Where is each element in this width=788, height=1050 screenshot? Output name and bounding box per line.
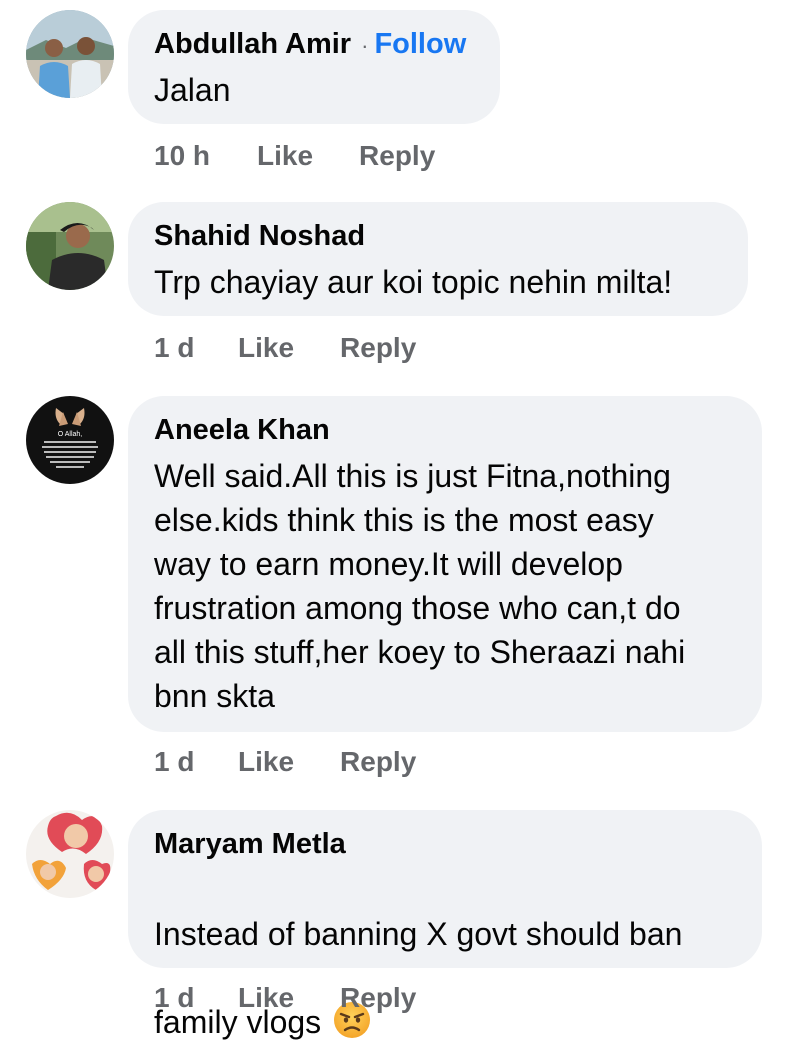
- reply-button[interactable]: Reply: [359, 140, 435, 172]
- reply-button[interactable]: Reply: [340, 746, 416, 778]
- avatar[interactable]: [26, 202, 114, 290]
- comment-text-line: Instead of banning X govt should ban: [154, 916, 683, 952]
- comment-item: Maryam Metla Instead of banning X govt s…: [0, 800, 788, 1040]
- author-line: Maryam Metla: [154, 826, 736, 862]
- comment-text: Instead of banning X govt should ban fam…: [154, 868, 736, 1044]
- avatar[interactable]: [26, 10, 114, 98]
- follow-button[interactable]: Follow: [374, 28, 466, 61]
- author-name[interactable]: Abdullah Amir: [154, 26, 351, 62]
- reply-button[interactable]: Reply: [340, 982, 416, 1014]
- avatar[interactable]: [26, 810, 114, 898]
- comment-actions: 1 d Like Reply: [154, 332, 416, 364]
- comment-item: O Allah, Aneela Khan Well said.All this …: [0, 380, 788, 800]
- author-name[interactable]: Aneela Khan: [154, 412, 330, 448]
- like-button[interactable]: Like: [238, 332, 294, 364]
- comment-item: Shahid Noshad Trp chayiay aur koi topic …: [0, 190, 788, 380]
- timestamp[interactable]: 1 d: [154, 332, 238, 364]
- comment-bubble: Abdullah Amir · Follow Jalan: [128, 10, 500, 124]
- comment-actions: 1 d Like Reply: [154, 746, 416, 778]
- like-button[interactable]: Like: [238, 746, 294, 778]
- avatar-caption: O Allah,: [58, 431, 83, 438]
- comment-bubble: Aneela Khan Well said.All this is just F…: [128, 396, 762, 732]
- comment-bubble: Shahid Noshad Trp chayiay aur koi topic …: [128, 202, 748, 316]
- author-line: Aneela Khan: [154, 412, 736, 448]
- comment-actions: 10 h Like Reply: [154, 140, 435, 172]
- comment-text: Trp chayiay aur koi topic nehin milta!: [154, 264, 673, 300]
- timestamp[interactable]: 1 d: [154, 982, 238, 1014]
- timestamp[interactable]: 10 h: [154, 140, 257, 172]
- comment-item: Abdullah Amir · Follow Jalan 10 h Like R…: [0, 0, 788, 190]
- comment-actions: 1 d Like Reply: [154, 982, 416, 1014]
- author-name[interactable]: Maryam Metla: [154, 826, 346, 862]
- reply-button[interactable]: Reply: [340, 332, 416, 364]
- author-line: Shahid Noshad: [154, 218, 722, 254]
- author-name[interactable]: Shahid Noshad: [154, 218, 365, 254]
- comment-text: Jalan: [154, 72, 231, 108]
- comment-text: Well said.All this is just Fitna,nothing…: [154, 458, 686, 714]
- like-button[interactable]: Like: [257, 140, 313, 172]
- timestamp[interactable]: 1 d: [154, 746, 238, 778]
- like-button[interactable]: Like: [238, 982, 294, 1014]
- avatar[interactable]: O Allah,: [26, 396, 114, 484]
- separator-dot: ·: [361, 33, 369, 58]
- author-line: Abdullah Amir · Follow: [154, 26, 474, 62]
- comment-bubble: Maryam Metla Instead of banning X govt s…: [128, 810, 762, 1040]
